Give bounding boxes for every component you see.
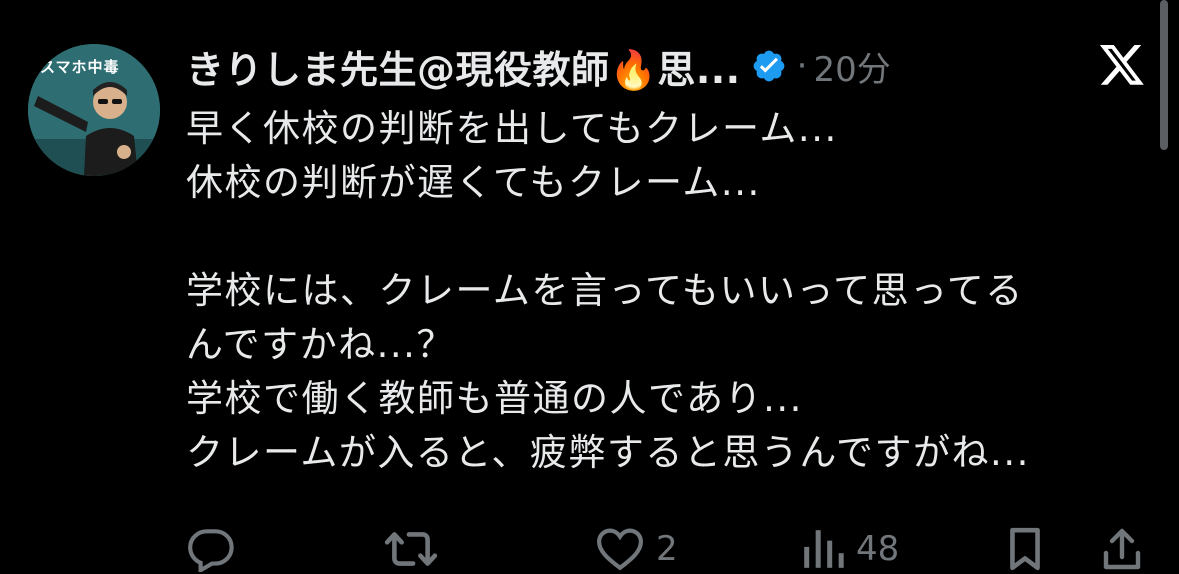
like-count: 2 <box>656 529 678 569</box>
heart-icon <box>596 528 644 571</box>
action-bar: 2 48 <box>186 524 1146 574</box>
retweet-button[interactable] <box>384 524 448 574</box>
like-button[interactable]: 2 <box>594 524 678 574</box>
views-count: 48 <box>856 529 900 569</box>
share-icon <box>1103 528 1141 570</box>
tweet-line: クレームが入ると、疲弊すると思うんですがね... <box>186 431 1030 474</box>
avatar-caption: スマホ中毒 <box>40 58 120 76</box>
display-name[interactable]: きりしま先生@現役教師🔥思... <box>186 39 741 94</box>
meta-separator: · <box>796 46 808 86</box>
reply-icon <box>188 529 234 572</box>
tweet-line: 学校で働く教師も普通の人であり... <box>186 377 803 420</box>
bookmark-button[interactable] <box>1004 524 1046 574</box>
tweet-text: 早く休校の判断を出してもクレーム... 休校の判断が遅くてもクレーム... 学校… <box>186 102 1146 480</box>
tweet-line: んですかね...？ <box>186 323 455 366</box>
views-button[interactable]: 48 <box>800 524 899 574</box>
avatar[interactable]: スマホ中毒 <box>28 44 160 176</box>
tweet-line: 学校には、クレームを言ってもいいって思ってる <box>186 269 1024 312</box>
x-logo-icon[interactable] <box>1098 44 1146 90</box>
verified-badge-icon <box>751 48 787 84</box>
share-button[interactable] <box>1100 524 1144 574</box>
tweet-header: きりしま先生@現役教師🔥思... · 20分 <box>186 38 891 94</box>
views-icon <box>804 530 844 568</box>
reply-button[interactable] <box>186 524 246 574</box>
tweet-line: 早く休校の判断を出してもクレーム... <box>186 107 838 150</box>
bookmark-icon <box>1010 527 1040 571</box>
tweet-line: 休校の判断が遅くてもクレーム... <box>186 161 761 204</box>
scrollbar[interactable] <box>1160 0 1168 150</box>
retweet-icon <box>384 532 438 566</box>
tweet-time[interactable]: 20分 <box>813 42 890 91</box>
